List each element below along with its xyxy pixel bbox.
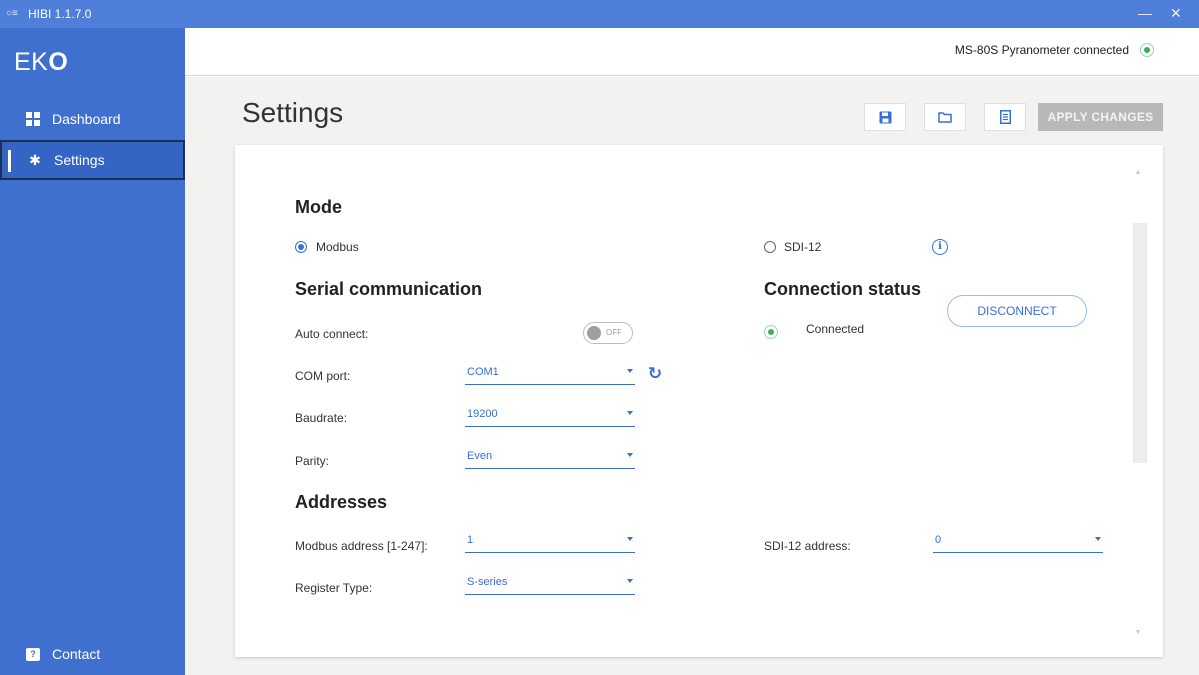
auto-connect-toggle[interactable]: OFF bbox=[583, 322, 633, 344]
device-status-text: MS-80S Pyranometer connected bbox=[954, 43, 1129, 57]
window-title: HIBI 1.1.7.0 bbox=[28, 7, 92, 21]
scrollbar-thumb[interactable] bbox=[1133, 223, 1147, 463]
baudrate-label: Baudrate: bbox=[295, 411, 348, 425]
apply-changes-button[interactable]: APPLY CHANGES bbox=[1038, 103, 1163, 131]
chevron-down-icon bbox=[627, 537, 633, 541]
open-folder-button[interactable] bbox=[924, 103, 966, 131]
logo-prefix: EK bbox=[14, 48, 49, 76]
toggle-knob bbox=[587, 326, 601, 340]
main-content: Settings APPLY CHANGES ▲ ▼ Mode Modbus S… bbox=[185, 77, 1199, 675]
app-icon: ○≡ bbox=[6, 8, 18, 19]
sidebar-item-label: Contact bbox=[52, 646, 101, 662]
register-type-label: Register Type: bbox=[295, 581, 373, 595]
baudrate-value: 19200 bbox=[467, 408, 498, 420]
register-type-value: S-series bbox=[467, 576, 508, 588]
sidebar-item-contact[interactable]: ? Contact bbox=[0, 634, 185, 674]
sidebar-item-label: Settings bbox=[54, 152, 105, 168]
com-port-select[interactable]: COM1 bbox=[465, 363, 635, 385]
folder-icon bbox=[938, 112, 952, 123]
sidebar-item-label: Dashboard bbox=[52, 111, 121, 127]
modbus-address-value: 1 bbox=[467, 534, 474, 546]
sidebar-item-settings[interactable]: ✱ Settings bbox=[0, 140, 185, 180]
sdi12-address-value: 0 bbox=[935, 534, 942, 546]
sdi12-address-label: SDI-12 address: bbox=[764, 539, 851, 553]
scroll-down-arrow-icon[interactable]: ▼ bbox=[1132, 627, 1144, 639]
baudrate-select[interactable]: 19200 bbox=[465, 405, 635, 427]
device-connected-indicator bbox=[1140, 43, 1154, 57]
parity-label: Parity: bbox=[295, 454, 330, 468]
chevron-down-icon bbox=[627, 579, 633, 583]
mode-section-title: Mode bbox=[295, 197, 342, 217]
save-button[interactable] bbox=[864, 103, 906, 131]
toggle-state-text: OFF bbox=[606, 328, 622, 337]
sidebar-item-dashboard[interactable]: Dashboard bbox=[0, 99, 185, 139]
sidebar: EKO Dashboard ✱ Settings ? Contact bbox=[0, 28, 185, 675]
chevron-down-icon bbox=[1095, 537, 1101, 541]
report-button[interactable] bbox=[984, 103, 1026, 131]
chevron-down-icon bbox=[627, 411, 633, 415]
sdi12-address-select[interactable]: 0 bbox=[933, 531, 1103, 553]
serial-section-title: Serial communication bbox=[295, 279, 483, 299]
document-icon bbox=[999, 110, 1011, 124]
com-port-value: COM1 bbox=[467, 366, 499, 378]
modbus-radio-label[interactable]: Modbus bbox=[316, 240, 359, 254]
auto-connect-label: Auto connect: bbox=[295, 327, 369, 341]
logo-suffix: O bbox=[48, 48, 69, 76]
connection-section-title: Connection status bbox=[764, 279, 922, 299]
title-bar: ○≡ HIBI 1.1.7.0 — ✕ bbox=[0, 0, 1199, 28]
close-button[interactable]: ✕ bbox=[1170, 5, 1182, 22]
disconnect-button[interactable]: DISCONNECT bbox=[947, 295, 1087, 327]
chevron-down-icon bbox=[627, 453, 633, 457]
parity-select[interactable]: Even bbox=[465, 447, 635, 469]
connection-status-indicator bbox=[764, 325, 778, 339]
settings-card: ▲ ▼ Mode Modbus SDI-12 i Serial communic… bbox=[235, 145, 1163, 657]
contact-icon: ? bbox=[26, 647, 40, 661]
sdi12-radio[interactable] bbox=[764, 241, 776, 253]
refresh-icon[interactable]: ↻ bbox=[646, 365, 664, 383]
parity-value: Even bbox=[467, 450, 493, 462]
minimize-button[interactable]: — bbox=[1138, 5, 1152, 21]
scroll-up-arrow-icon[interactable]: ▲ bbox=[1132, 167, 1144, 179]
eko-logo: EKO bbox=[14, 48, 68, 77]
top-status-bar: MS-80S Pyranometer connected bbox=[185, 28, 1199, 76]
gear-icon: ✱ bbox=[29, 152, 41, 168]
modbus-radio[interactable] bbox=[295, 241, 307, 253]
save-icon bbox=[879, 111, 891, 123]
modbus-address-select[interactable]: 1 bbox=[465, 531, 635, 553]
com-port-label: COM port: bbox=[295, 369, 351, 383]
modbus-address-label: Modbus address [1-247]: bbox=[295, 539, 428, 553]
sdi12-radio-label[interactable]: SDI-12 bbox=[784, 240, 821, 254]
register-type-select[interactable]: S-series bbox=[465, 573, 635, 595]
addresses-section-title: Addresses bbox=[295, 492, 388, 512]
page-title: Settings bbox=[242, 97, 344, 128]
connection-status-text: Connected bbox=[806, 322, 865, 336]
chevron-down-icon bbox=[627, 369, 633, 373]
dashboard-icon bbox=[26, 112, 40, 126]
info-icon[interactable]: i bbox=[932, 239, 948, 255]
